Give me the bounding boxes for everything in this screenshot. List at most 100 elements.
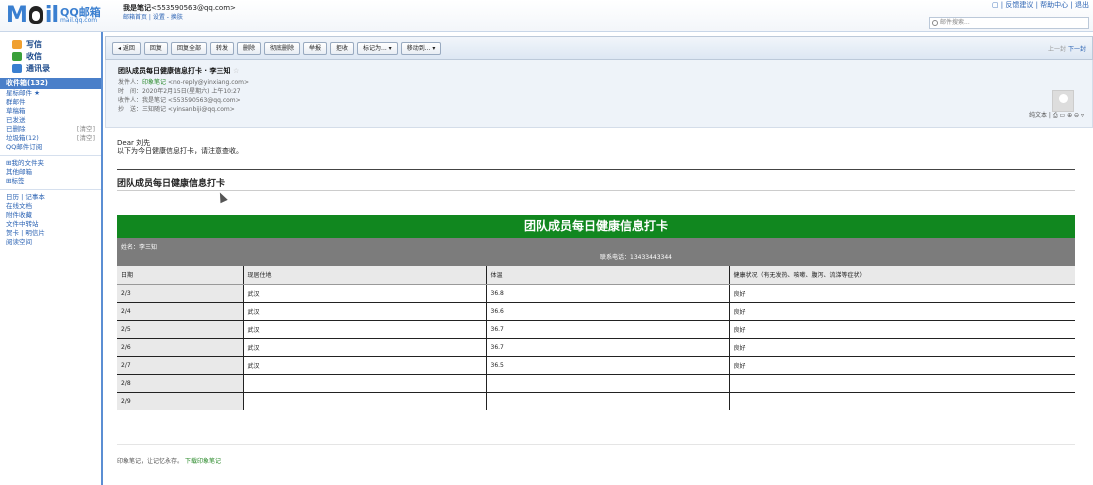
sidebar-item[interactable]: 阅读空间 [0, 238, 101, 247]
table-cell [728, 374, 1075, 393]
sidebar-item[interactable]: 草稿箱 [0, 107, 101, 116]
toolbar-button[interactable]: 回复全部 [170, 41, 207, 55]
divider [117, 190, 1075, 191]
sidebar-item-label: 已发送 [6, 116, 26, 124]
table-cell [242, 374, 486, 393]
user-links[interactable]: 邮箱首页 | 设置 - 换肤 [123, 13, 236, 23]
table-row: 2/6 武汉 36.7 良好 [117, 338, 1075, 357]
sidebar-item-label: 垃圾箱(12) [6, 134, 39, 142]
top-bar: M il QQ邮箱 mail.qq.com 我是笔记<553590563@qq.… [0, 0, 1093, 32]
toolbar-button[interactable]: 彻底删除 [263, 41, 300, 55]
toolbar-button[interactable]: 转发 [209, 41, 234, 55]
penguin-icon [28, 6, 43, 24]
contacts-icon [12, 63, 22, 73]
sidebar-item[interactable]: 已发送 [0, 116, 101, 125]
receive-icon [12, 51, 22, 61]
health-table: 日期 现居住地 体温 健康状况（有无发热、咳嗽、腹泻、流涕等症状） 2/3 武汉 36.8… [117, 266, 1075, 410]
sidebar-item[interactable]: 星标邮件 ★ [0, 89, 101, 98]
note-title: 团队成员每日健康信息打卡 [117, 179, 226, 189]
sidebar-item[interactable]: QQ邮件订阅 [0, 143, 101, 152]
toolbar-button[interactable]: 拒收 [330, 41, 355, 55]
table-cell [728, 392, 1075, 410]
logo-text: QQ邮箱 [60, 5, 101, 19]
compose-button[interactable]: 写信 [12, 38, 101, 50]
table-cell: 2/9 [117, 392, 243, 410]
prev-mail-link[interactable]: 上一封 [1048, 46, 1066, 53]
table-cell: 良好 [728, 302, 1075, 321]
sidebar-item[interactable]: 在线文档 [0, 202, 101, 211]
sidebar-item-label: 星标邮件 ★ [6, 89, 40, 97]
sidebar-item[interactable]: 群邮件 [0, 98, 101, 107]
toolbar-button[interactable]: 删除 [236, 41, 261, 55]
receive-button[interactable]: 收信 [12, 50, 101, 62]
table-row: 2/7 武汉 36.5 良好 [117, 356, 1075, 375]
table-cell: 2/7 [117, 356, 243, 375]
intro-text: 以下为今日健康信息打卡，请注意查收。 [117, 147, 243, 155]
table-cell: 36.5 [485, 356, 729, 375]
table-cell: 2/5 [117, 320, 243, 339]
mail-nav: 上一封 下一封 [1048, 44, 1086, 53]
mouse-cursor-icon [216, 190, 228, 204]
table-cell: 良好 [728, 284, 1075, 303]
sidebar-item-label: 群邮件 [6, 98, 26, 106]
table-header: 现居住地 [242, 266, 486, 285]
mail-search-input[interactable]: 邮件搜索... [929, 17, 1089, 29]
mail-toolbar: ◂ 返回 回复 回复全部 转发 删除 彻底删除 举报 拒收 标记为... ▾ 移动到... ▾ 上… [105, 36, 1093, 60]
sidebar-item[interactable]: 文件中转站 [0, 220, 101, 229]
sidebar-item[interactable]: 垃圾箱(12) [清空] [0, 134, 101, 143]
header-tools[interactable]: 纯文本 | ⎙ ▭ ⊕ ⊖ ▿ [1029, 110, 1084, 120]
sidebar-item-label: QQ邮件订阅 [6, 143, 43, 151]
table-cell: 2/8 [117, 374, 243, 393]
sidebar-item-label: 草稿箱 [6, 107, 26, 115]
mail-view: ◂ 返回 回复 回复全部 转发 删除 彻底删除 举报 拒收 标记为... ▾ 移动到... ▾ 上… [105, 36, 1093, 485]
toolbar-button[interactable]: 回复 [143, 41, 168, 55]
card-banner: 团队成员每日健康信息打卡 [117, 215, 1075, 238]
sidebar-item-inbox[interactable]: 收件箱(132) [0, 78, 101, 89]
mail-body: Dear 刘先 以下为今日健康信息打卡，请注意查收。 团队成员每日健康信息打卡 … [105, 131, 1093, 485]
toolbar-button[interactable]: ◂ 返回 [112, 41, 141, 55]
table-row: 2/3 武汉 36.8 良好 [117, 284, 1075, 303]
sidebar-item[interactable]: 贺卡 | 明信片 [0, 229, 101, 238]
download-link[interactable]: 下载印象笔记 [185, 458, 221, 465]
table-cell: 武汉 [242, 284, 486, 303]
sender-name[interactable]: 印象笔记 [142, 79, 166, 86]
user-name: 我是笔记 [123, 4, 151, 12]
table-cell: 武汉 [242, 302, 486, 321]
sidebar-item-extra[interactable]: [清空] [77, 134, 95, 143]
qq-mail-logo[interactable]: M il QQ邮箱 mail.qq.com [6, 2, 101, 28]
table-cell: 36.6 [485, 302, 729, 321]
contacts-button[interactable]: 通讯录 [12, 62, 101, 74]
sender-avatar [1052, 90, 1074, 112]
table-cell: 良好 [728, 320, 1075, 339]
logo-letters-il: il [44, 2, 59, 28]
mail-time: 时 间：2020年2月15日(星期六) 上午10:27 [118, 88, 241, 95]
table-row: 2/4 武汉 36.6 良好 [117, 302, 1075, 321]
sidebar-item[interactable]: ⊞我的文件夹 [0, 159, 101, 168]
table-cell [485, 374, 729, 393]
sidebar-item[interactable]: ⊞标签 [0, 177, 101, 186]
sidebar-item-extra[interactable]: [清空] [77, 125, 95, 134]
toolbar-button[interactable]: 标记为... ▾ [357, 41, 398, 55]
user-email: <553590563@qq.com> [151, 4, 236, 12]
table-cell: 36.7 [485, 320, 729, 339]
top-links[interactable]: ▢ | 反馈建议 | 帮助中心 | 退出 [992, 0, 1089, 10]
sidebar-item[interactable]: 已删除 [清空] [0, 125, 101, 134]
star-icon[interactable]: ☆ [233, 67, 239, 75]
table-cell: 武汉 [242, 356, 486, 375]
logo-domain: mail.qq.com [60, 16, 98, 24]
health-card: 团队成员每日健康信息打卡 姓名：李三知 联系电话：13433443344 日期现… [117, 215, 1075, 410]
table-header: 健康状况（有无发热、咳嗽、腹泻、流涕等症状） [728, 266, 1075, 285]
sidebar-item[interactable]: 日历 | 记事本 [0, 193, 101, 202]
pencil-icon [12, 39, 22, 49]
toolbar-button[interactable]: 移动到... ▾ [400, 41, 442, 55]
sidebar-item[interactable]: 附件收藏 [0, 211, 101, 220]
toolbar-button[interactable]: 举报 [303, 41, 328, 55]
table-cell: 2/6 [117, 338, 243, 357]
table-cell: 武汉 [242, 320, 486, 339]
sidebar-item[interactable]: 其他邮箱 [0, 168, 101, 177]
table-row: 2/8 [117, 374, 1075, 393]
mail-subject: 团队成员每日健康信息打卡 · 李三知 [118, 67, 231, 75]
sidebar-item-label: 已删除 [6, 125, 26, 133]
next-mail-link[interactable]: 下一封 [1068, 46, 1086, 53]
table-cell: 2/4 [117, 302, 243, 321]
